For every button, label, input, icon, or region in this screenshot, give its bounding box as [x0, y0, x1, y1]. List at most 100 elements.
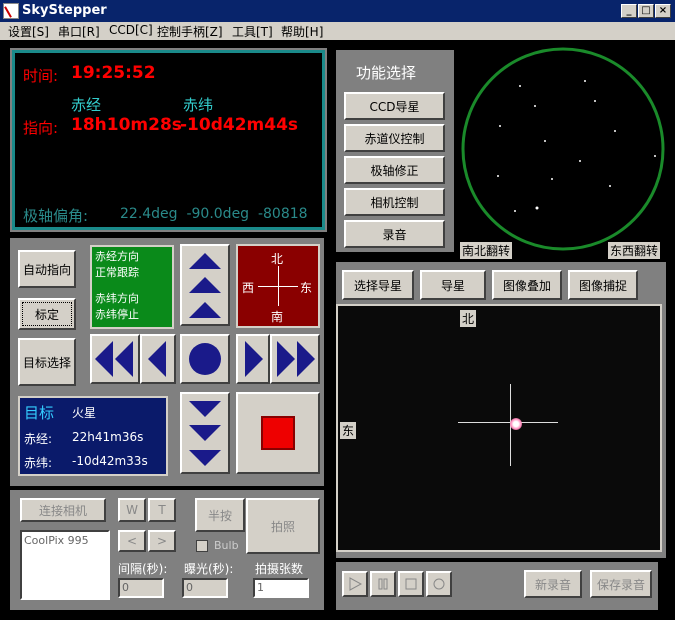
compass-west: 西 [242, 281, 255, 295]
function-recording[interactable]: 录音 [344, 220, 445, 248]
direction-compass: 北 南 西 东 [236, 244, 320, 328]
connect-camera-button[interactable]: 连接相机 [20, 498, 106, 522]
function-polar-align[interactable]: 极轴修正 [344, 156, 445, 184]
record-circle-icon [433, 578, 445, 590]
interval-input[interactable]: 0 [118, 578, 164, 598]
down-slow-icon[interactable] [187, 399, 223, 419]
target-panel: 目标 火星 赤经: 22h41m36s 赤纬: -10d42m33s [18, 396, 168, 476]
up-fast-icon[interactable] [187, 251, 223, 271]
pause-button[interactable] [370, 571, 396, 597]
square-icon [405, 578, 417, 590]
menu-serial[interactable]: 串口[R] [58, 23, 100, 40]
title-bar: SkyStepper _ □ × [0, 0, 675, 22]
camera-list-item[interactable]: CoolPix 995 [24, 534, 89, 547]
next-button[interactable]: > [148, 530, 176, 552]
calibrate-button[interactable]: 标定 [18, 298, 76, 330]
stop-record-button[interactable] [398, 571, 424, 597]
prev-button[interactable]: < [118, 530, 146, 552]
compass-vline [278, 266, 279, 306]
tab-guide[interactable]: 导星 [420, 270, 486, 300]
maximize-button[interactable]: □ [638, 4, 654, 18]
auto-point-button[interactable]: 自动指向 [18, 250, 76, 288]
zoom-tele-button[interactable]: T [148, 498, 176, 522]
menu-bar: 设置[S] 串口[R] CCD[C] 控制手柄[Z] 工具[T] 帮助[H] [0, 22, 675, 40]
target-dec: -10d42m33s [72, 454, 148, 468]
tab-select-star[interactable]: 选择导星 [342, 270, 414, 300]
sky-view[interactable]: 南北翻转 东西翻转 [460, 46, 666, 259]
app-icon [3, 3, 19, 19]
exposure-label: 曝光(秒): [184, 562, 234, 576]
right-icon [245, 341, 263, 377]
point-ra: 18h10m28s [71, 115, 182, 135]
count-label: 拍摄张数 [255, 562, 304, 576]
menu-settings[interactable]: 设置[S] [8, 23, 49, 40]
target-label: 目标 [24, 404, 55, 422]
down-arrows [180, 392, 230, 474]
play-icon [349, 577, 362, 591]
ra-state: 正常跟踪 [95, 266, 139, 279]
menu-tools[interactable]: 工具[T] [232, 23, 273, 40]
stop-icon [261, 416, 295, 450]
pause-icon [378, 578, 388, 590]
point-label: 指向: [23, 119, 59, 137]
up-mid-icon[interactable] [187, 275, 223, 295]
sky-circle [461, 47, 665, 251]
menu-controller[interactable]: 控制手柄[Z] [157, 23, 223, 40]
guide-star [510, 418, 522, 430]
compass-north: 北 [271, 252, 284, 266]
left-fast-button[interactable] [90, 334, 140, 384]
time-label: 时间: [23, 67, 59, 85]
point-dec: -10d42m44s [180, 115, 299, 135]
zoom-wide-button[interactable]: W [118, 498, 146, 522]
ra-direction: 赤经方向 [95, 250, 139, 263]
record-button[interactable] [426, 571, 452, 597]
polar-values: 22.4deg -90.0deg -80818 [120, 206, 308, 222]
right-fast-button[interactable] [270, 334, 320, 384]
dec-direction: 赤纬方向 [95, 292, 139, 305]
target-dec-label: 赤纬: [24, 456, 53, 470]
exposure-input[interactable]: 0 [182, 578, 228, 598]
tab-capture[interactable]: 图像捕捉 [568, 270, 638, 300]
time-value: 19:25:52 [71, 63, 156, 83]
bulb-label: Bulb [214, 539, 239, 552]
camera-list[interactable]: CoolPix 995 [20, 530, 110, 600]
up-arrows [180, 244, 230, 326]
shoot-button[interactable]: 拍照 [246, 498, 320, 554]
stop-button[interactable] [236, 392, 320, 474]
bulb-checkbox[interactable] [196, 540, 208, 552]
target-name: 火星 [72, 406, 97, 420]
ccd-east-label: 东 [340, 422, 357, 439]
polar-label: 极轴偏角: [23, 207, 89, 225]
flip-ns-label[interactable]: 南北翻转 [460, 242, 513, 259]
function-camera-control[interactable]: 相机控制 [344, 188, 445, 216]
status-panel-frame: 时间: 19:25:52 赤经 赤纬 指向: 18h10m28s -10d42m… [10, 48, 327, 232]
menu-help[interactable]: 帮助[H] [281, 23, 323, 40]
half-press-button[interactable]: 半按 [195, 498, 245, 532]
close-button[interactable]: × [655, 4, 671, 18]
circle-icon [189, 343, 221, 375]
left-icon [148, 341, 166, 377]
flip-ew-label[interactable]: 东西翻转 [608, 242, 661, 259]
dec-state: 赤纬停止 [95, 308, 139, 321]
down-mid-icon[interactable] [187, 423, 223, 443]
left-slow-button[interactable] [140, 334, 176, 384]
play-button[interactable] [342, 571, 368, 597]
dec-header: 赤纬 [183, 96, 214, 114]
down-fast-icon[interactable] [187, 448, 223, 468]
function-title: 功能选择 [356, 64, 417, 82]
menu-ccd[interactable]: CCD[C] [109, 23, 153, 37]
up-slow-icon[interactable] [187, 300, 223, 320]
target-select-button[interactable]: 目标选择 [18, 338, 76, 386]
new-record-button[interactable]: 新录音 [524, 570, 582, 598]
tab-stack[interactable]: 图像叠加 [492, 270, 562, 300]
count-input[interactable]: 1 [253, 578, 309, 598]
right-slow-button[interactable] [236, 334, 270, 384]
function-mount-control[interactable]: 赤道仪控制 [344, 124, 445, 152]
save-record-button[interactable]: 保存录音 [590, 570, 652, 598]
stop-center-button[interactable] [180, 334, 230, 384]
ccd-image[interactable]: 北 东 [336, 304, 662, 552]
function-ccd-guide[interactable]: CCD导星 [344, 92, 445, 120]
compass-south: 南 [271, 310, 284, 324]
minimize-button[interactable]: _ [621, 4, 637, 18]
target-ra-label: 赤经: [24, 432, 53, 446]
